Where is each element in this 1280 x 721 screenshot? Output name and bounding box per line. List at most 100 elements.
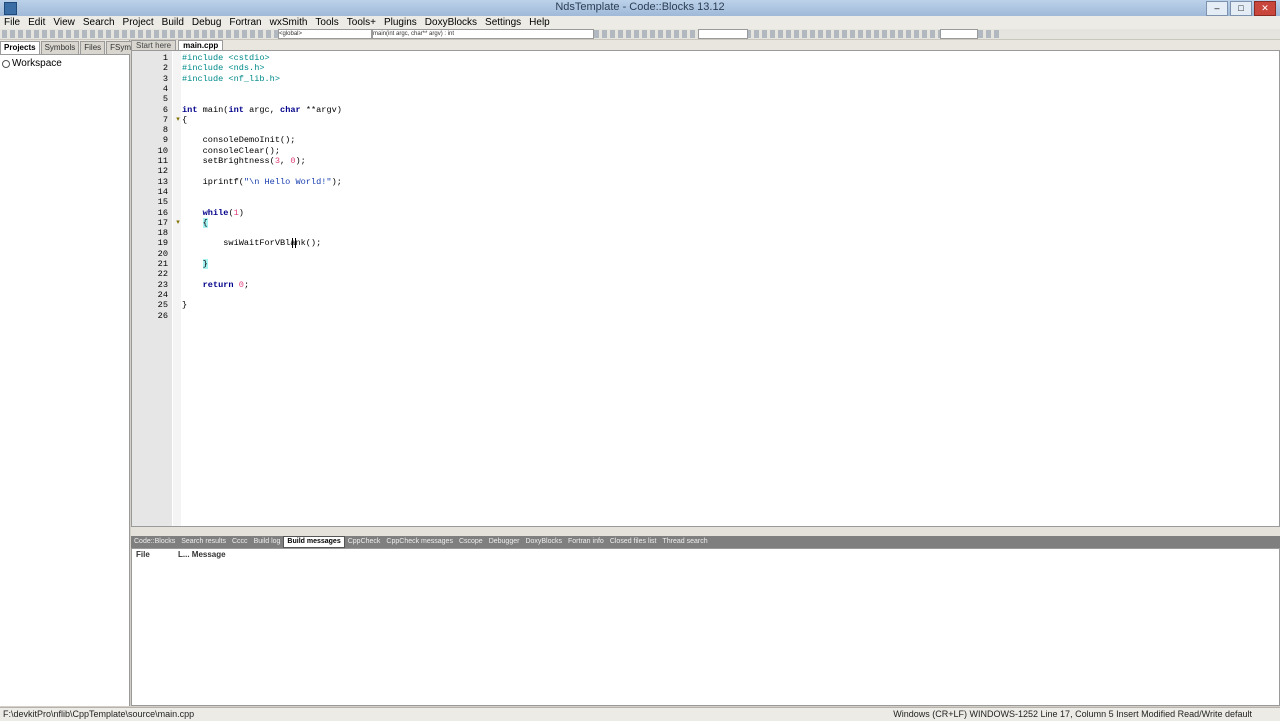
function-combo[interactable]: main(int argc, char** argv) : int [372, 29, 594, 39]
panel-splitter[interactable] [131, 527, 1280, 536]
code-token: iprintf( [182, 176, 244, 187]
logs-tab[interactable]: Cccc [229, 537, 251, 547]
tab-projects[interactable]: Projects [0, 41, 40, 54]
management-panel: Projects Symbols Files FSymbols Workspac… [0, 40, 150, 706]
code-line[interactable]: 7 ▾{ [132, 115, 1279, 125]
tab-symbols[interactable]: Symbols [40, 41, 80, 54]
menu-file[interactable]: File [0, 16, 24, 29]
tab-files[interactable]: Files [80, 41, 106, 54]
menu-search[interactable]: Search [79, 16, 119, 29]
code-line[interactable]: 26 [132, 311, 1279, 321]
workspace-label: Workspace [12, 58, 62, 69]
code-line[interactable]: 13 iprintf("\n Hello World!"); [132, 177, 1279, 187]
code-line[interactable]: 8 [132, 125, 1279, 135]
code-token: { [182, 114, 188, 125]
code-line[interactable]: 4 [132, 84, 1279, 94]
code-line[interactable]: 19 swiWaitForVBlank(); [132, 238, 1279, 248]
workspace-icon [2, 59, 10, 68]
line-number: 5 [162, 94, 168, 105]
code-line[interactable]: 17 ▾ { [132, 217, 1279, 228]
menu-doxyblocks[interactable]: DoxyBlocks [421, 16, 481, 29]
menu-fortran[interactable]: Fortran [225, 16, 265, 29]
menu-tools[interactable]: Tools [311, 16, 342, 29]
menu-settings[interactable]: Settings [481, 16, 525, 29]
build-target-combo[interactable]: <global> [278, 29, 372, 39]
code-token: #include <nf_lib.h> [182, 73, 280, 84]
workspace-node[interactable]: Workspace [0, 55, 129, 72]
code-text: #include <cstdio> [182, 53, 270, 63]
menu-view[interactable]: View [49, 16, 79, 29]
code-token: #include <cstdio> [182, 53, 270, 63]
code-line[interactable]: 20 [132, 249, 1279, 259]
editor-tabs: Start here main.cpp [131, 40, 1280, 50]
code-token: } [182, 300, 188, 311]
logs-tab[interactable]: Code::Blocks [131, 537, 178, 547]
code-line[interactable]: 15 [132, 197, 1279, 207]
line-number: 1 [162, 53, 168, 63]
logs-tab[interactable]: CppCheck [345, 537, 384, 547]
code-token: **argv) [300, 104, 342, 115]
line-number: 3 [162, 73, 168, 84]
code-line[interactable]: 3 #include <nf_lib.h> [132, 74, 1279, 84]
code-line[interactable]: 5 [132, 94, 1279, 104]
column-file[interactable]: File [136, 549, 178, 561]
code-line[interactable]: 11 setBrightness(3, 0); [132, 156, 1279, 166]
close-button[interactable]: ✕ [1254, 1, 1276, 16]
menu-debug[interactable]: Debug [188, 16, 225, 29]
logs-tab[interactable]: Cscope [456, 537, 486, 547]
logs-tab[interactable]: Build messages [283, 536, 345, 548]
logs-tab[interactable]: Thread search [660, 537, 711, 547]
line-number: 16 [157, 207, 168, 218]
code-token: while [202, 207, 229, 218]
code-line[interactable]: 12 [132, 166, 1279, 176]
code-line[interactable]: 21 } [132, 259, 1279, 269]
code-line[interactable]: 9 consoleDemoInit(); [132, 135, 1279, 145]
code-line[interactable]: 2 #include <nds.h> [132, 63, 1279, 73]
logs-tab[interactable]: DoxyBlocks [522, 537, 565, 547]
column-message[interactable]: L... Message [178, 549, 226, 561]
code-line[interactable]: 1 #include <cstdio> [132, 53, 1279, 63]
code-line[interactable]: 14 [132, 187, 1279, 197]
menu-wxsmith[interactable]: wxSmith [266, 16, 312, 29]
code-line[interactable]: 6 int main(int argc, char **argv) [132, 105, 1279, 115]
code-line[interactable]: 24 [132, 290, 1279, 300]
menu-bar: File Edit View Search Project Build Debu… [0, 16, 1280, 29]
jump-combo[interactable] [940, 29, 978, 39]
menu-tools-plus[interactable]: Tools+ [343, 16, 380, 29]
logs-tab[interactable]: Fortran info [565, 537, 607, 547]
code-token: "\n Hello World!" [243, 176, 332, 187]
logs-tab[interactable]: Debugger [486, 537, 523, 547]
menu-plugins[interactable]: Plugins [380, 16, 421, 29]
code-line[interactable]: 25} [132, 300, 1279, 310]
code-text: #include <nf_lib.h> [182, 74, 280, 84]
code-line[interactable]: 18 [132, 228, 1279, 238]
logs-tabs: Code::Blocks Search results Cccc Build log B… [131, 536, 1280, 548]
logs-tab[interactable]: CppCheck messages [383, 537, 456, 547]
fold-marker-icon[interactable]: ▾ [174, 218, 182, 228]
line-number: 2 [162, 63, 168, 74]
menu-build[interactable]: Build [158, 16, 188, 29]
code-text: int main(int argc, char **argv) [182, 105, 342, 115]
build-messages-panel: File L... Message [131, 548, 1280, 706]
code-line[interactable]: 16 while(1) [132, 208, 1279, 218]
logs-tab[interactable]: Search results [178, 537, 229, 547]
code-editor[interactable]: 1 #include <cstdio> 2 #include <nds.h> 3 #inc… [131, 50, 1280, 527]
code-text: consoleDemoInit(); [182, 135, 296, 145]
menu-project[interactable]: Project [119, 16, 158, 29]
menu-help[interactable]: Help [525, 16, 554, 29]
minimize-button[interactable]: – [1206, 1, 1228, 16]
menu-edit[interactable]: Edit [24, 16, 49, 29]
code-line[interactable]: 22 [132, 269, 1279, 279]
code-line[interactable]: 23 return 0; [132, 280, 1279, 290]
search-combo[interactable] [698, 29, 748, 39]
logs-tab[interactable]: Closed files list [607, 537, 660, 547]
tab-start-here[interactable]: Start here [131, 40, 177, 50]
maximize-button[interactable]: □ [1230, 1, 1252, 16]
tab-main-cpp[interactable]: main.cpp [178, 40, 224, 50]
fold-marker-icon[interactable]: ▾ [174, 115, 182, 125]
logs-tab[interactable]: Build log [251, 537, 284, 547]
code-text: { [182, 217, 208, 228]
code-line[interactable]: 10 consoleClear(); [132, 146, 1279, 156]
